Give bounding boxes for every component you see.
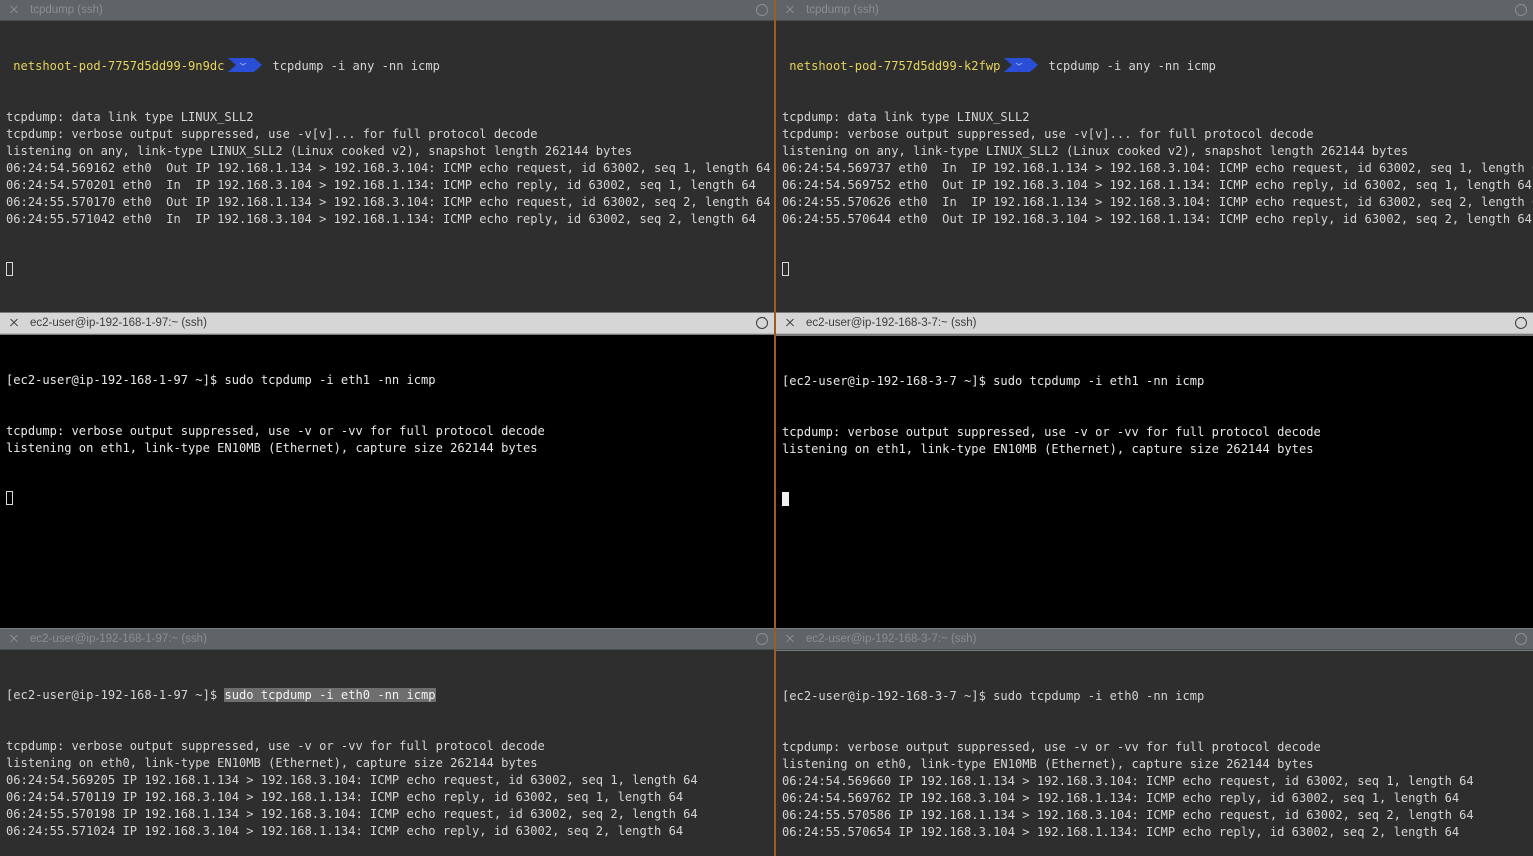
output-line: 06:24:55.570586 IP 192.168.1.134 > 192.1…	[782, 808, 1474, 822]
command-text: tcpdump -i any -nn icmp	[1048, 59, 1216, 73]
close-icon[interactable]	[8, 317, 20, 329]
output-line: 06:24:54.569162 eth0 Out IP 192.168.1.13…	[6, 161, 771, 175]
prompt-line: [ec2-user@ip-192-168-3-7 ~]$ sudo tcpdum…	[782, 373, 1533, 390]
close-icon[interactable]	[8, 4, 20, 16]
more-options-icon[interactable]	[756, 0, 768, 16]
terminal-cursor	[6, 262, 13, 276]
output-line: 06:24:55.570198 IP 192.168.1.134 > 192.1…	[6, 807, 698, 821]
output-line: tcpdump: verbose output suppressed, use …	[782, 127, 1314, 141]
powerline-arrow-icon	[228, 58, 263, 72]
pane-title: tcpdump (ssh)	[806, 4, 879, 16]
terminal-output[interactable]: [ec2-user@ip-192-168-1-97 ~]$ sudo tcpdu…	[0, 335, 774, 628]
shell-prompt: [ec2-user@ip-192-168-3-7 ~]$	[782, 689, 994, 703]
output-line: 06:24:55.570626 eth0 In IP 192.168.1.134…	[782, 195, 1533, 209]
terminal-output[interactable]: [ec2-user@ip-192-168-1-97 ~]$ sudo tcpdu…	[0, 650, 774, 856]
output-line: 06:24:55.571024 IP 192.168.3.104 > 192.1…	[6, 824, 684, 838]
pane-title: ec2-user@ip-192-168-3-7:~ (ssh)	[806, 633, 977, 645]
more-options-icon[interactable]	[756, 313, 768, 329]
pane-titlebar[interactable]: ec2-user@ip-192-168-3-7:~ (ssh)	[776, 629, 1533, 650]
shell-prompt: [ec2-user@ip-192-168-3-7 ~]$	[782, 374, 994, 388]
output-line: listening on eth1, link-type EN10MB (Eth…	[6, 441, 538, 455]
terminal-output[interactable]: netshoot-pod-7757d5dd99-9n9dc tcpdump -i …	[0, 21, 774, 312]
prompt-host: netshoot-pod-7757d5dd99-9n9dc	[13, 59, 225, 73]
pane-top-right[interactable]: tcpdump (ssh) netshoot-pod-7757d5dd99-k2…	[776, 0, 1533, 312]
terminal-cursor	[782, 492, 789, 506]
pane-top-left[interactable]: tcpdump (ssh) netshoot-pod-7757d5dd99-9n…	[0, 0, 774, 312]
output-line: listening on eth0, link-type EN10MB (Eth…	[6, 756, 538, 770]
more-options-icon[interactable]	[756, 629, 768, 645]
command-text: sudo tcpdump -i eth0 -nn icmp	[993, 689, 1205, 703]
more-options-icon[interactable]	[1515, 313, 1527, 329]
pane-titlebar[interactable]: ec2-user@ip-192-168-3-7:~ (ssh)	[776, 313, 1533, 334]
output-line: 06:24:54.570201 eth0 In IP 192.168.3.104…	[6, 178, 756, 192]
pane-divider-vertical[interactable]	[774, 0, 776, 856]
pane-title: ec2-user@ip-192-168-1-97:~ (ssh)	[30, 633, 207, 645]
output-line: 06:24:55.571042 eth0 In IP 192.168.3.104…	[6, 212, 756, 226]
close-icon[interactable]	[784, 4, 796, 16]
pane-bottom-right[interactable]: ec2-user@ip-192-168-3-7:~ (ssh) [ec2-use…	[776, 629, 1533, 856]
output-line: 06:24:55.570654 IP 192.168.3.104 > 192.1…	[782, 825, 1460, 839]
output-line: tcpdump: verbose output suppressed, use …	[6, 739, 545, 753]
output-line: tcpdump: data link type LINUX_SLL2	[6, 110, 254, 124]
pane-mid-right[interactable]: ec2-user@ip-192-168-3-7:~ (ssh) [ec2-use…	[776, 313, 1533, 628]
close-icon[interactable]	[784, 633, 796, 645]
terminal-output[interactable]: [ec2-user@ip-192-168-3-7 ~]$ sudo tcpdum…	[776, 336, 1533, 628]
output-line: listening on eth0, link-type EN10MB (Eth…	[782, 757, 1314, 771]
output-line: listening on eth1, link-type EN10MB (Eth…	[782, 442, 1314, 456]
command-text: sudo tcpdump -i eth1 -nn icmp	[993, 374, 1205, 388]
output-line: 06:24:54.569737 eth0 In IP 192.168.1.134…	[782, 161, 1533, 175]
pane-titlebar[interactable]: tcpdump (ssh)	[776, 0, 1533, 21]
terminal-output[interactable]: netshoot-pod-7757d5dd99-k2fwp tcpdump -i …	[776, 21, 1533, 312]
terminal-cursor	[782, 262, 789, 276]
shell-prompt: [ec2-user@ip-192-168-1-97 ~]$	[6, 373, 225, 387]
output-line: 06:24:54.569660 IP 192.168.1.134 > 192.1…	[782, 774, 1474, 788]
output-line: 06:24:55.570644 eth0 Out IP 192.168.3.10…	[782, 212, 1532, 226]
command-text: sudo tcpdump -i eth1 -nn icmp	[224, 373, 436, 387]
terminal-cursor	[6, 491, 13, 505]
output-line: 06:24:54.570119 IP 192.168.3.104 > 192.1…	[6, 790, 684, 804]
pane-bottom-left[interactable]: ec2-user@ip-192-168-1-97:~ (ssh) [ec2-us…	[0, 629, 774, 856]
output-line: tcpdump: verbose output suppressed, use …	[782, 740, 1321, 754]
pane-mid-left[interactable]: ec2-user@ip-192-168-1-97:~ (ssh) [ec2-us…	[0, 313, 774, 628]
pane-title: ec2-user@ip-192-168-3-7:~ (ssh)	[806, 317, 977, 329]
command-text: tcpdump -i any -nn icmp	[272, 59, 440, 73]
output-line: listening on any, link-type LINUX_SLL2 (…	[782, 144, 1409, 158]
close-icon[interactable]	[784, 317, 796, 329]
output-line: 06:24:54.569205 IP 192.168.1.134 > 192.1…	[6, 773, 698, 787]
output-line: listening on any, link-type LINUX_SLL2 (…	[6, 144, 633, 158]
more-options-icon[interactable]	[1515, 629, 1527, 645]
close-icon[interactable]	[8, 633, 20, 645]
output-line: 06:24:54.569762 IP 192.168.3.104 > 192.1…	[782, 791, 1460, 805]
more-options-icon[interactable]	[1515, 0, 1527, 16]
pane-titlebar[interactable]: ec2-user@ip-192-168-1-97:~ (ssh)	[0, 629, 774, 650]
pane-title: ec2-user@ip-192-168-1-97:~ (ssh)	[30, 317, 207, 329]
powerline-arrow-icon	[1004, 58, 1039, 72]
pane-titlebar[interactable]: tcpdump (ssh)	[0, 0, 774, 21]
prompt-host: netshoot-pod-7757d5dd99-k2fwp	[789, 59, 1001, 73]
output-line: tcpdump: verbose output suppressed, use …	[6, 127, 538, 141]
selected-command-text[interactable]: sudo tcpdump -i eth0 -nn icmp	[224, 688, 436, 702]
pane-title: tcpdump (ssh)	[30, 4, 103, 16]
output-line: tcpdump: verbose output suppressed, use …	[782, 425, 1321, 439]
prompt-line: netshoot-pod-7757d5dd99-k2fwp tcpdump -i …	[782, 58, 1533, 75]
prompt-line: [ec2-user@ip-192-168-1-97 ~]$ sudo tcpdu…	[6, 372, 774, 389]
prompt-line: netshoot-pod-7757d5dd99-9n9dc tcpdump -i …	[6, 58, 774, 75]
output-line: 06:24:54.569752 eth0 Out IP 192.168.3.10…	[782, 178, 1532, 192]
prompt-line: [ec2-user@ip-192-168-3-7 ~]$ sudo tcpdum…	[782, 688, 1533, 705]
pane-titlebar[interactable]: ec2-user@ip-192-168-1-97:~ (ssh)	[0, 313, 774, 334]
output-line: 06:24:55.570170 eth0 Out IP 192.168.1.13…	[6, 195, 771, 209]
shell-prompt: [ec2-user@ip-192-168-1-97 ~]$	[6, 688, 225, 702]
output-line: tcpdump: data link type LINUX_SLL2	[782, 110, 1030, 124]
output-line: tcpdump: verbose output suppressed, use …	[6, 424, 545, 438]
terminal-output[interactable]: [ec2-user@ip-192-168-3-7 ~]$ sudo tcpdum…	[776, 651, 1533, 856]
prompt-line: [ec2-user@ip-192-168-1-97 ~]$ sudo tcpdu…	[6, 687, 774, 704]
